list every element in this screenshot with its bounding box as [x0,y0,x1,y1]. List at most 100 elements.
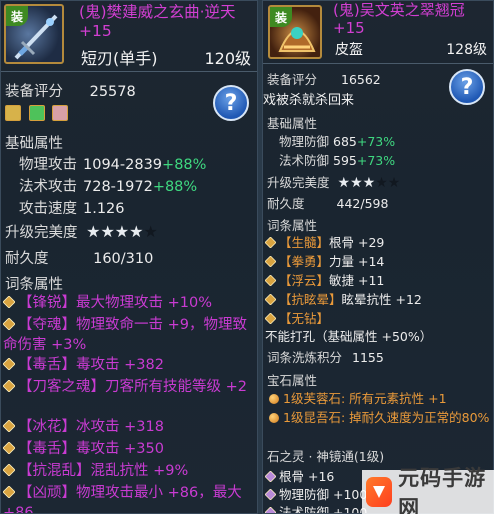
base-attr-label: 物理攻击 [19,157,77,173]
base-attr-value: 685 [333,134,357,149]
equipped-badge: 装 [270,7,292,27]
affix-tag: 【浮云】 [279,273,330,288]
spirit-title: 石之灵 · 神镜通(1级) [267,449,385,464]
affix-text: 眩晕抗性 +12 [341,292,422,307]
gem-row: 1级芙蓉石: 所有元素抗性 +1 [269,389,491,408]
spirit-attr-text: 物理防御 +100 [279,487,368,502]
star-icon: ★ [86,222,101,241]
spirit-attr-text: 根骨 +16 [279,469,335,484]
durability-label: 耐久度 [5,251,49,267]
durability-value: 442/598 [336,196,389,211]
star-icon: ★ [375,175,388,191]
item-name: (鬼)樊建威之玄曲·逆天 +15 [79,3,236,40]
affix-text: 最大物理攻击 +10% [76,295,212,311]
gem-row: 1级昆吾石: 掉耐久速度为正常的80% [269,408,491,427]
upgrade-label: 升级完美度 [5,225,78,241]
base-attr-row: 物理攻击 1094-2839+88% [19,153,206,174]
base-attr-label: 法术攻击 [19,179,77,195]
affix-text: 冰攻击 +318 [76,419,164,435]
helmet-item-icon[interactable]: 装 [268,5,322,59]
dagger-item-icon[interactable]: 装 [4,4,64,64]
affix-row: 【拳勇】力量 +14 [265,253,491,271]
affix-diamond-icon [265,275,276,286]
affix-row: 【无钻】不能打孔（基础属性 +50%） [265,310,491,346]
base-attr-label: 攻击速度 [19,201,77,217]
gem-title: 宝石属性 [267,373,318,388]
affix-tag: 【刀客之魂】 [18,379,105,395]
affix-text: 敏捷 +11 [329,273,385,288]
watermark-logo-icon [366,477,393,507]
affix-diamond-icon [265,294,276,305]
base-attr-value: 1094-2839 [83,157,163,173]
equipped-badge: 装 [6,6,28,26]
spirit-attr-text: 法术防御 +100 [279,505,368,514]
affix-row: 【刀客之魂】刀客所有技能等级 +2 [3,377,255,397]
star-icon: ★ [337,175,351,191]
affix-diamond-icon [3,296,15,308]
affix-diamond-icon [265,489,276,500]
affix-diamond-icon [3,464,15,476]
affix-title: 词条属性 [267,218,318,233]
base-attr-bonus: +88% [152,179,198,195]
affix-row: 【抗眩晕】眩晕抗性 +12 [265,291,491,309]
affix-tag: 【凶顽】 [18,485,76,501]
star-icon: ★ [143,222,158,241]
score-row: 装备评分 16562 [267,69,381,88]
score-label: 装备评分 [5,84,63,100]
durability-row: 耐久度 160/310 [5,247,153,268]
base-attr-bonus: +73% [356,153,396,168]
star-icon: ★ [387,175,401,191]
affix-row: 【抗混乱】混乱抗性 +9% [3,461,255,481]
affix-row: 【毒舌】毒攻击 +382 [3,355,255,375]
gem-text: 1级芙蓉石: 所有元素抗性 +1 [283,391,447,406]
refine-row: 词条洗炼积分 1155 [267,347,384,366]
gem-slot-icon [28,105,45,121]
affix-row: 【凶顽】物理攻击最小 +86，最大 +86 [3,483,255,513]
base-attr-row: 法术攻击 728-1972+88% [19,175,197,196]
affix-tag: 【毒舌】 [18,357,76,373]
watermark-text: 元码手游网 [398,466,487,514]
star-icon: ★ [350,175,363,191]
affix-row: 【生髓】根骨 +29 [265,234,491,252]
base-attr-value: 595 [333,153,357,168]
upgrade-stars: ★★★★★ [86,222,158,241]
base-attr-label: 物理防御 [279,134,330,149]
refine-value: 1155 [352,350,384,365]
affix-diamond-icon [265,471,276,482]
affix-tag: 【拳勇】 [279,254,330,269]
base-attr-value: 1.126 [83,201,125,217]
base-attr-title: 基础属性 [5,136,63,152]
base-attr-value: 728-1972 [83,179,153,195]
affix-text: 毒攻击 +350 [76,441,164,457]
item-header: 装 (鬼)吴文英之翠翘冠 +15 皮盔 128级 [263,1,493,67]
affix-row: 【浮云】敏捷 +11 [265,272,491,290]
star-icon: ★ [100,222,115,241]
help-button[interactable]: ? [449,69,485,105]
score-label: 装备评分 [267,72,318,87]
gem-slot-icon [5,105,21,121]
durability-row: 耐久度 442/598 [267,193,388,212]
spirit-attr-row: 法术防御 +100 [265,502,368,514]
spirit-attr-row: 根骨 +16 [265,466,334,485]
base-attr-bonus: +88% [162,157,207,173]
item-type: 短刃(单手) [81,49,158,68]
affix-text: 力量 +14 [329,254,385,269]
gem-slots [5,105,71,121]
gem-icon [269,413,279,423]
affix-tag: 【冰花】 [18,419,76,435]
help-button[interactable]: ? [213,85,249,121]
item-type: 皮盔 [335,42,363,58]
chat-overlay-text: 戏被杀就杀回来 [263,93,355,108]
gem-slot-icon [52,105,69,121]
score-value: 25578 [89,84,136,100]
upgrade-row: 升级完美度 ★★★★★ [267,172,400,191]
affix-text: 刀客所有技能等级 +2 [105,379,247,395]
item-level: 120级 [204,49,251,68]
star-icon: ★ [114,222,130,241]
score-value: 16562 [341,72,381,87]
affix-text: 不能打孔（基础属性 +50%） [265,329,433,344]
affix-diamond-icon [3,380,15,392]
affix-text: 根骨 +29 [329,235,385,250]
base-attr-label: 法术防御 [279,153,330,168]
refine-label: 词条洗炼积分 [267,350,343,365]
